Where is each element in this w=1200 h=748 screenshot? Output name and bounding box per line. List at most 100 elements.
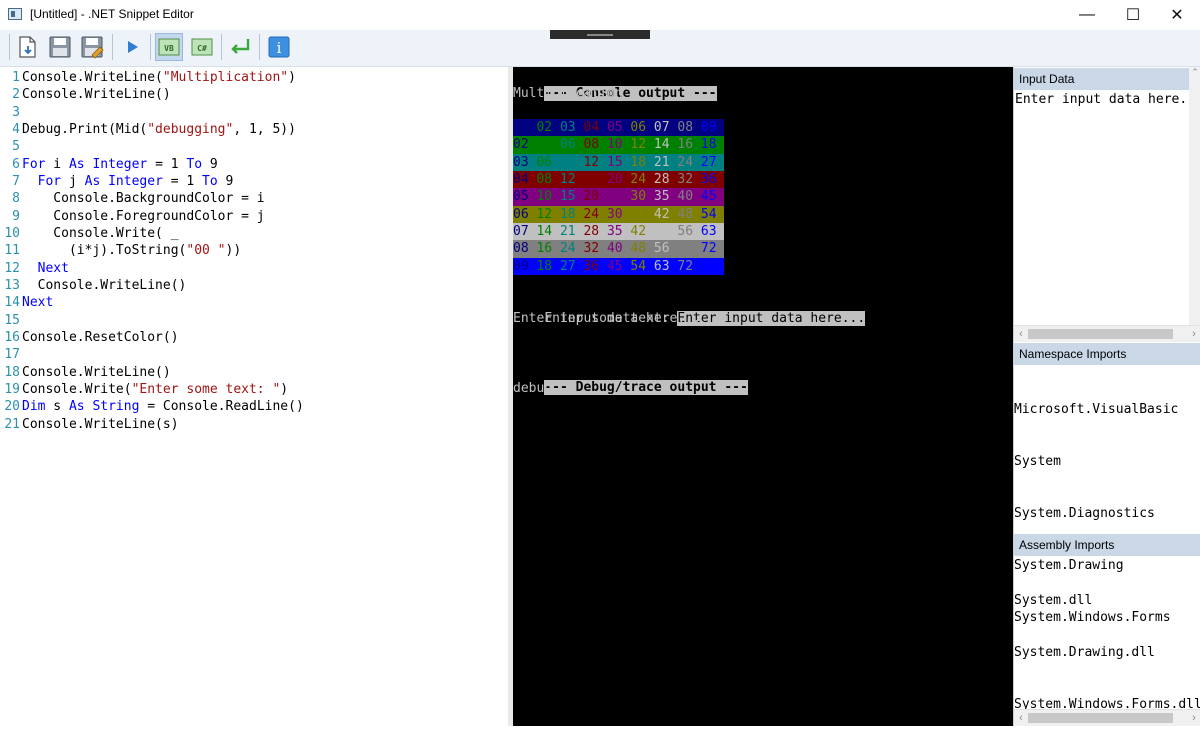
run-icon [128,41,138,53]
console-header-line: --- Console output --- [513,68,717,102]
line-number: 12 [4,260,20,276]
table-cell: 05 [513,188,529,206]
assembly-horizontal-scrollbar[interactable]: ‹ › [1014,709,1200,726]
maximize-button[interactable]: ☐ [1110,0,1156,30]
table-cell: 14 [653,136,670,154]
code-text[interactable]: Console.WriteLine("Multiplication") Cons… [22,69,304,433]
line-number: 13 [4,277,20,293]
table-cell: 08 [513,240,529,258]
line-number: 10 [4,225,20,241]
table-cell: 72 [677,257,694,275]
vb-language-button[interactable]: VB [155,33,183,61]
save-as-button[interactable] [78,33,106,61]
input-data-field[interactable]: Enter input data here... [1014,91,1200,108]
namespace-item[interactable]: System [1014,453,1200,470]
table-cell: 40 [606,240,623,258]
line-number: 9 [12,208,20,224]
table-cell: 10 [606,136,623,154]
svg-text:i: i [277,39,282,57]
scroll-up-arrow[interactable]: ⌃ [1191,67,1199,81]
input-vertical-scrollbar[interactable]: ⌃ [1189,67,1200,329]
table-cell: 36 [630,205,647,223]
table-cell: 32 [677,170,694,189]
line-number: 5 [12,139,20,155]
table-cell: 45 [606,257,623,275]
table-cell: 48 [630,240,647,258]
table-cell: 10 [536,188,553,206]
table-cell: 06 [630,119,647,137]
table-cell: 02 [513,136,529,154]
vb-language-icon: VB [158,38,180,56]
scroll-thumb[interactable] [1028,329,1173,339]
table-cell: 30 [630,188,647,206]
scroll-thumb[interactable] [1028,713,1173,723]
table-cell: 35 [606,222,623,241]
table-cell: 54 [630,257,647,275]
table-cell: 06 [513,205,529,223]
table-row: 01 02 03 04 05 06 07 08 09 [513,119,725,137]
csharp-language-button[interactable]: C# [188,33,216,61]
info-button[interactable]: i [265,33,293,61]
table-row: 05 10 15 20 25 30 35 40 45 [513,188,725,206]
close-button[interactable]: ✕ [1154,0,1200,30]
table-cell: 18 [559,205,576,223]
save-icon [49,36,71,58]
namespace-item[interactable]: System.Diagnostics [1014,505,1200,522]
table-cell: 64 [677,240,694,258]
word-wrap-icon [231,39,250,54]
line-number: 15 [4,312,20,328]
scroll-left-arrow[interactable]: ‹ [1014,326,1028,342]
word-wrap-button[interactable] [226,33,254,61]
input-horizontal-scrollbar[interactable]: ‹ › [1014,325,1200,342]
table-row: 06 12 18 24 30 36 42 48 54 [513,205,725,223]
table-cell: 18 [700,136,717,154]
line-number: 3 [12,104,20,120]
table-cell: 24 [677,153,694,171]
console-echo-line: Enter input data here... [513,311,701,326]
scroll-right-arrow[interactable]: › [1187,710,1200,726]
table-cell: 09 [559,153,576,171]
table-cell: 42 [653,205,670,223]
table-cell: 08 [583,136,600,154]
scroll-right-arrow[interactable]: › [1187,326,1200,342]
save-button[interactable] [46,33,74,61]
new-file-button[interactable] [14,33,42,61]
line-number: 11 [4,243,20,259]
table-cell: 09 [513,257,529,275]
table-cell: 03 [559,119,576,137]
table-cell: 24 [630,170,647,189]
assembly-item[interactable]: System.dll [1014,592,1200,609]
table-cell: 24 [583,205,600,223]
save-as-icon [81,36,104,59]
table-cell: 35 [653,188,670,206]
table-cell: 07 [653,119,670,137]
namespace-item[interactable]: Microsoft.VisualBasic [1014,401,1200,418]
minimize-button[interactable]: — [1064,0,1110,30]
table-row: 02 04 06 08 10 12 14 16 18 [513,136,725,154]
scroll-left-arrow[interactable]: ‹ [1014,710,1028,726]
table-cell: 12 [536,205,553,223]
app-icon [8,8,22,20]
console-prompt-input: Enter input data here... [677,311,866,327]
svg-text:VB: VB [164,44,174,53]
table-cell: 28 [653,170,670,189]
csharp-language-icon: C# [191,38,213,56]
table-cell: 12 [630,136,647,154]
table-cell: 30 [606,205,623,223]
namespace-imports-header: Namespace Imports [1014,343,1200,365]
code-editor[interactable]: 1 2 3 4 5 6 7 8 9 10 11 12 13 14 15 16 17 18 19 20 21 Consol… [0,67,508,726]
assembly-item[interactable]: System.Drawing.dll [1014,644,1200,661]
panel-collapse-handle[interactable] [550,30,650,39]
table-cell: 16 [536,240,553,258]
table-cell: 20 [606,170,623,189]
info-icon: i [268,36,290,58]
line-number: 2 [12,87,20,103]
toolbar-grip [9,34,10,60]
run-button[interactable] [118,33,146,61]
table-cell: 16 [677,136,694,154]
table-cell: 06 [536,153,553,171]
table-cell: 04 [536,136,553,154]
table-cell: 15 [606,153,623,171]
table-cell: 63 [653,257,670,275]
table-cell: 36 [583,257,600,275]
